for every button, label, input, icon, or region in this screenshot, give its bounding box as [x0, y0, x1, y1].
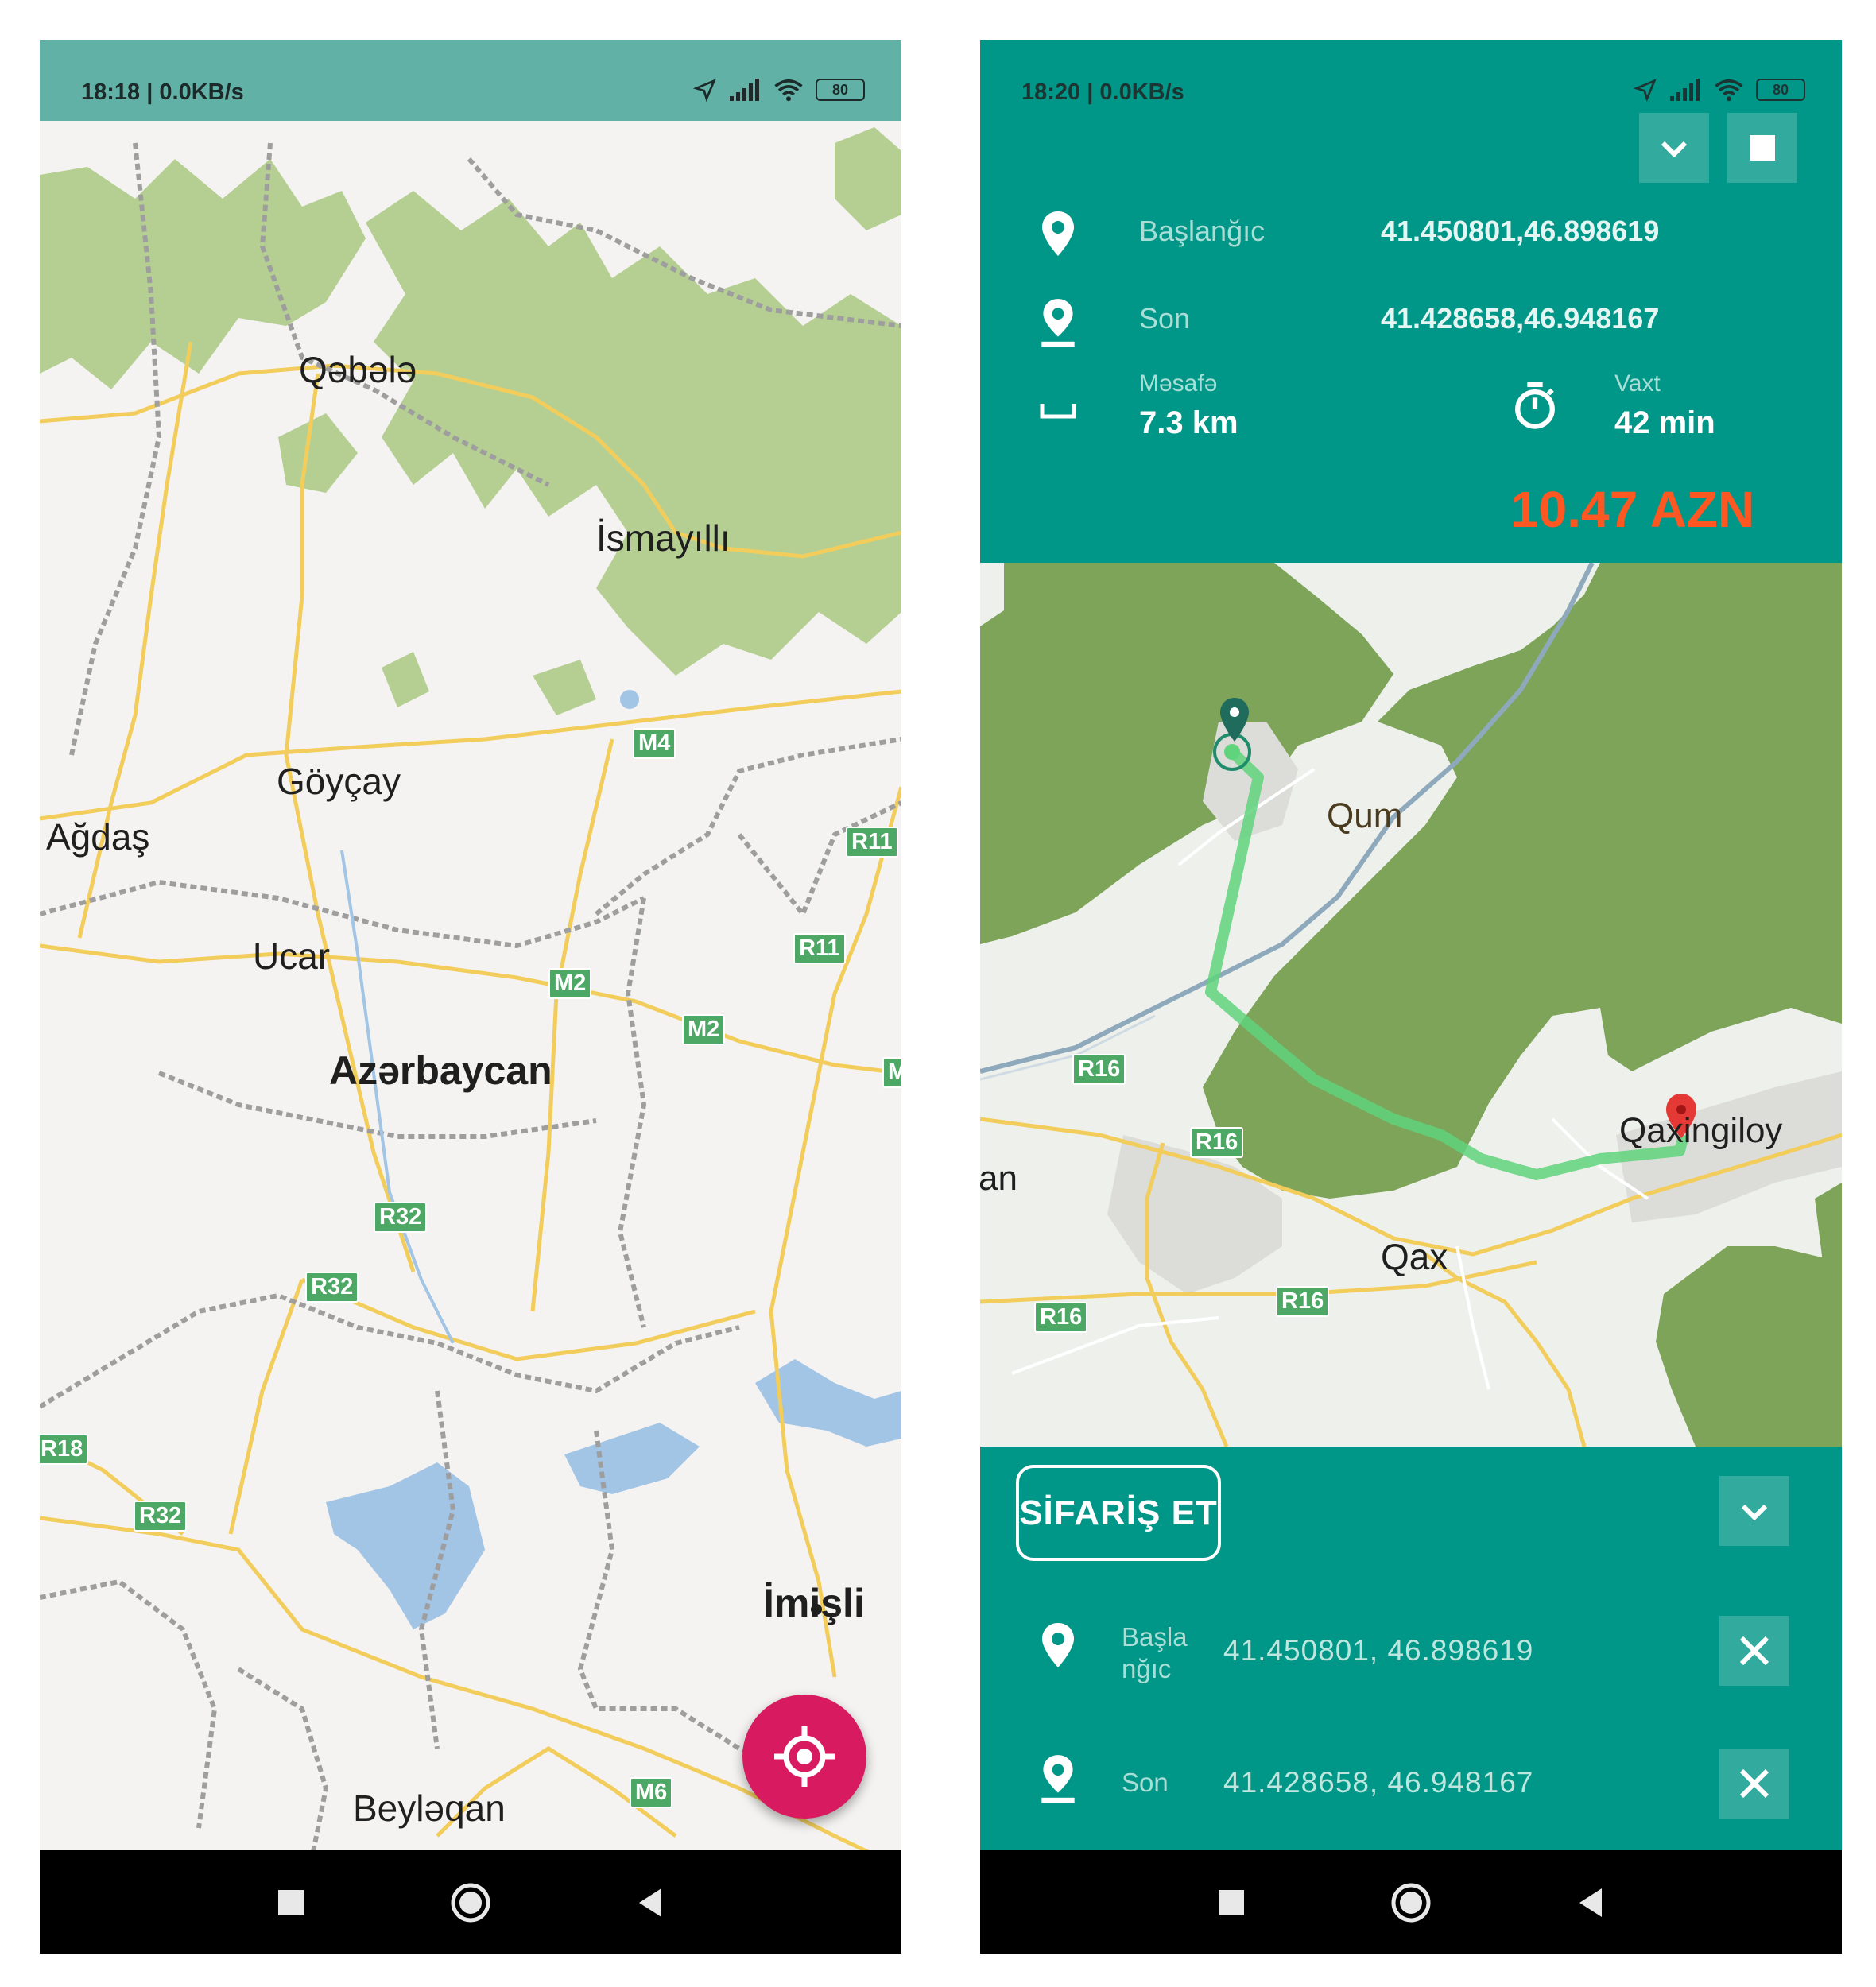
start-value: 41.450801,46.898619: [1381, 215, 1660, 247]
left-phone-screen: 18:18 | 0.0KB/s 80 Qəbələ İsmayıllı Göyç…: [40, 40, 901, 1954]
close-icon: [1739, 1768, 1769, 1799]
collapse-panel-button[interactable]: [1719, 1476, 1789, 1546]
end-pin-icon: [1041, 299, 1075, 347]
place-label-ismayilli: İsmayıllı: [596, 517, 731, 559]
road-badge: R16: [1072, 1054, 1126, 1085]
start-pin-icon: [1042, 211, 1074, 256]
start-label: Başlanğıc: [1139, 215, 1266, 247]
order-end-value: 41.428658, 46.948167: [1223, 1766, 1534, 1799]
road-badge: R32: [134, 1501, 188, 1532]
location-arrow-icon: [1634, 79, 1657, 102]
clear-end-button[interactable]: [1719, 1749, 1789, 1819]
navigation-bar: [40, 1850, 901, 1954]
home-circle-icon[interactable]: [1387, 1879, 1435, 1927]
time-label: Vaxt: [1614, 370, 1661, 397]
stop-square-icon: [1750, 135, 1775, 161]
end-pin-icon: [1041, 1755, 1075, 1803]
status-time: 18:20 | 0.0KB/s: [1021, 79, 1184, 105]
place-label-ucar: Ucar: [253, 935, 331, 977]
signal-icon: [1670, 79, 1700, 101]
signal-icon: [730, 79, 759, 101]
road-badge: M: [882, 1057, 901, 1088]
distance-icon: [1040, 404, 1076, 419]
order-start-label: Başla nğıc: [1122, 1622, 1188, 1683]
status-time: 18:18 | 0.0KB/s: [81, 79, 244, 105]
road-badge: R16: [1190, 1127, 1244, 1158]
home-circle-icon[interactable]: [447, 1879, 494, 1927]
back-triangle-icon[interactable]: [1567, 1879, 1614, 1927]
my-location-icon: [774, 1726, 835, 1787]
end-label: Son: [1139, 302, 1191, 335]
place-label-qax: Qax: [1381, 1236, 1448, 1277]
road-badge: R16: [1034, 1302, 1088, 1333]
distance-value: 7.3 km: [1139, 405, 1238, 440]
order-start-value: 41.450801, 46.898619: [1223, 1634, 1534, 1667]
back-triangle-icon[interactable]: [626, 1879, 674, 1927]
place-label-qabala: Qəbələ: [299, 349, 417, 390]
navigation-bar: [980, 1850, 1842, 1954]
clear-start-button[interactable]: [1719, 1616, 1789, 1686]
order-end-label: Son: [1122, 1768, 1169, 1797]
wifi-icon: [1715, 79, 1743, 102]
road-badge: R11: [846, 827, 898, 858]
region-map[interactable]: [40, 40, 901, 1954]
place-label-country: Azərbaycan: [329, 1048, 552, 1093]
battery-level: 80: [1772, 81, 1789, 98]
place-label-imisli: İmişli: [763, 1581, 865, 1625]
battery-level: 80: [831, 81, 849, 98]
place-label-agdas: Ağdaş: [46, 816, 150, 858]
city-dot: [811, 1604, 822, 1615]
road-badge: M2: [548, 968, 592, 999]
road-badge: M2: [682, 1014, 726, 1045]
stopwatch-icon: [1515, 382, 1555, 429]
wifi-icon: [774, 79, 803, 102]
road-badge: M6: [630, 1777, 673, 1808]
right-phone-screen: 18:20 | 0.0KB/s 80 Başlanğıc 41.450801,4…: [980, 40, 1842, 1954]
road-badge: R18: [40, 1434, 89, 1465]
location-arrow-icon: [693, 79, 716, 102]
time-value: 42 min: [1614, 405, 1715, 440]
chevron-down-icon: [1741, 1504, 1768, 1521]
collapse-button[interactable]: [1639, 113, 1709, 183]
place-label-edge: an: [980, 1159, 1017, 1198]
status-bar: 18:18 | 0.0KB/s 80: [40, 40, 901, 121]
place-label-qaxingiloy: Qaxingiloy: [1619, 1111, 1783, 1150]
battery-icon: 80: [1756, 79, 1805, 101]
start-pin-icon: [1042, 1623, 1074, 1667]
chevron-down-icon: [1661, 141, 1688, 158]
road-badge: R32: [374, 1202, 428, 1233]
route-map[interactable]: [980, 563, 1842, 1447]
place-label-qum: Qum: [1327, 796, 1403, 835]
order-button[interactable]: SİFARİŞ ET: [1016, 1465, 1221, 1561]
recents-square-icon[interactable]: [1207, 1879, 1255, 1927]
distance-label: Məsafə: [1139, 370, 1218, 397]
stop-button[interactable]: [1727, 113, 1797, 183]
place-label-goycay: Göyçay: [277, 761, 401, 802]
my-location-button[interactable]: [742, 1695, 866, 1819]
price-value: 10.47 AZN: [1510, 481, 1755, 538]
road-badge: R16: [1276, 1286, 1330, 1317]
close-icon: [1739, 1636, 1769, 1666]
recents-square-icon[interactable]: [267, 1879, 315, 1927]
battery-icon: 80: [816, 79, 865, 101]
status-bar: 18:20 | 0.0KB/s 80: [980, 40, 1842, 121]
road-badge: M4: [633, 728, 676, 759]
place-label-beylaqan: Beyləqan: [353, 1788, 506, 1829]
road-badge: R32: [305, 1272, 359, 1303]
road-badge: R11: [793, 933, 846, 964]
end-value: 41.428658,46.948167: [1381, 302, 1660, 335]
